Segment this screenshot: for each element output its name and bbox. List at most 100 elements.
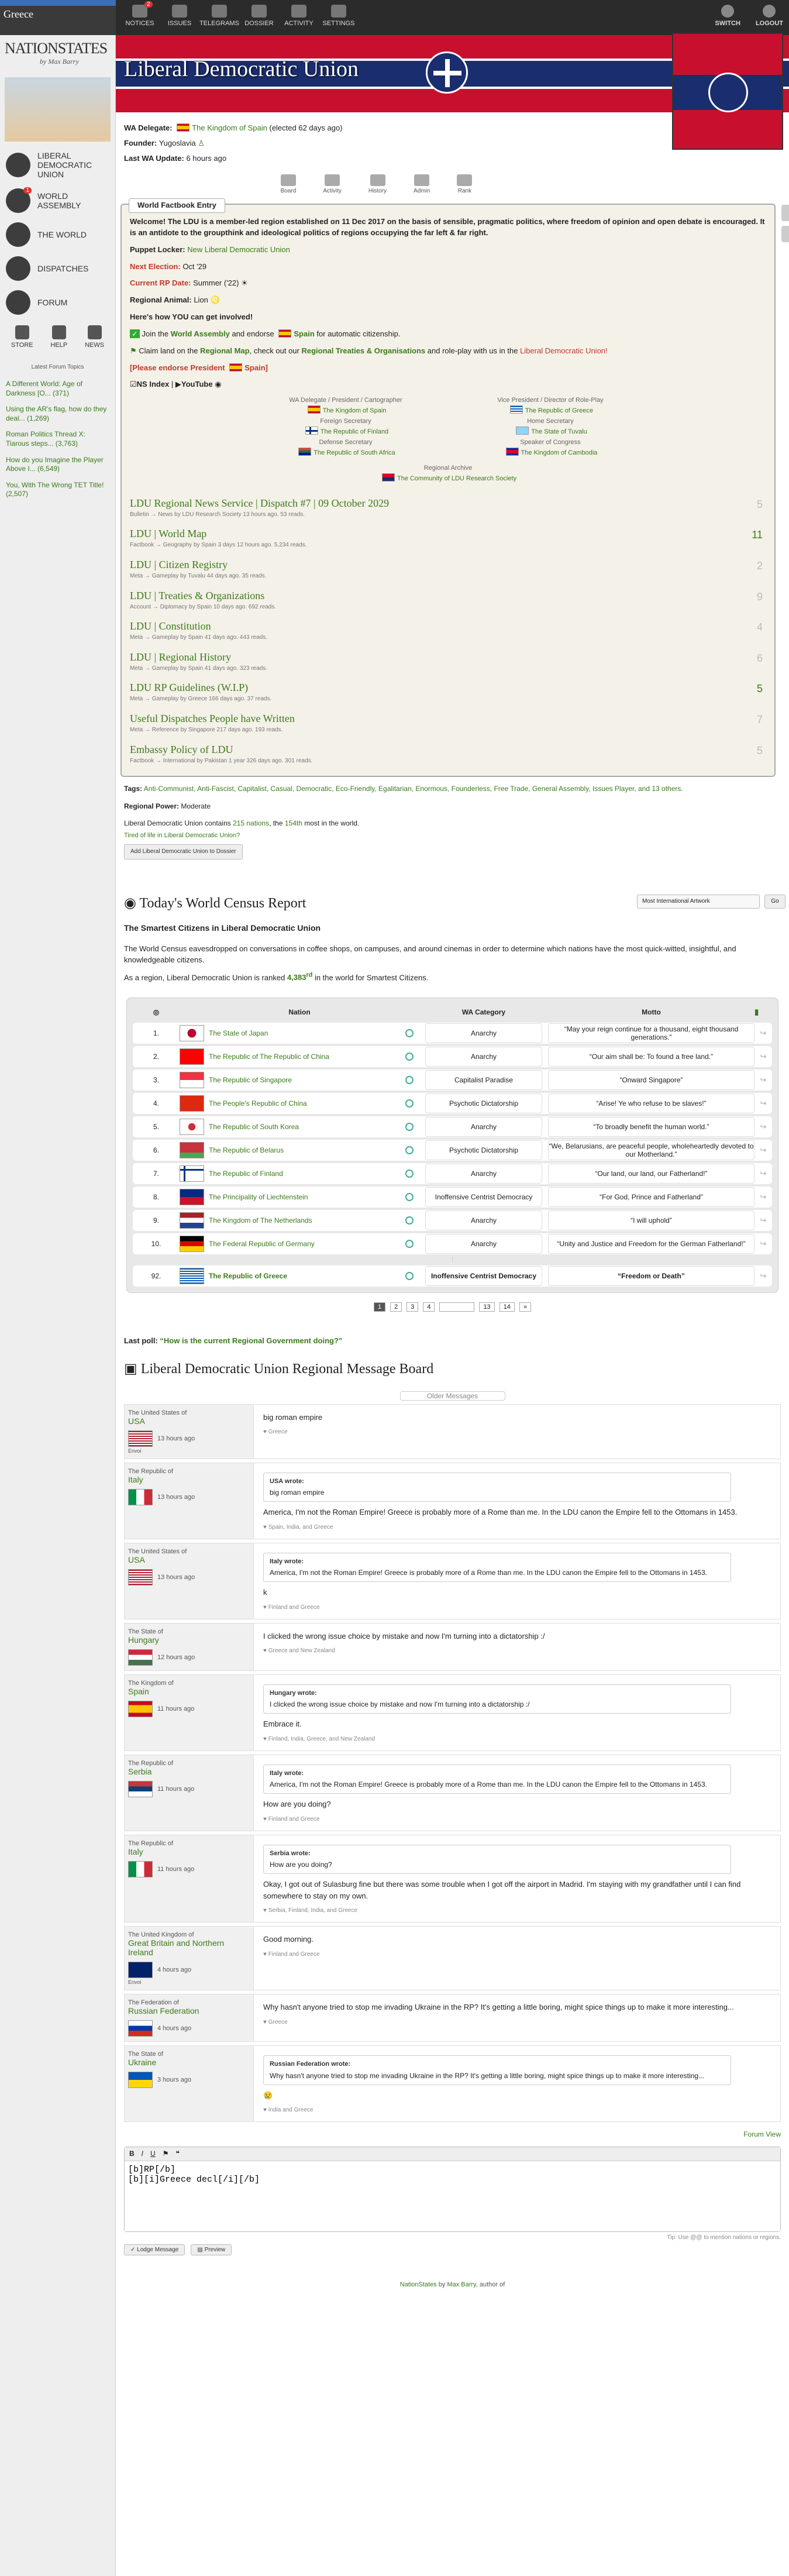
arrow-icon[interactable]: ↪: [754, 1052, 772, 1061]
dispatch-title-link[interactable]: LDU | World Map: [130, 526, 766, 541]
nation-link[interactable]: The Principality of Liechtenstein: [209, 1193, 308, 1201]
page-button[interactable]: 3: [406, 1302, 419, 1312]
arrow-icon[interactable]: ↪: [754, 1029, 772, 1038]
nation-link[interactable]: The Kingdom of The Netherlands: [209, 1216, 312, 1225]
author-link[interactable]: USA: [128, 1555, 250, 1564]
forum-topic-link[interactable]: How do you Imagine the Player Above I...…: [0, 452, 115, 477]
message-textarea[interactable]: [125, 2161, 780, 2232]
regional-map-link[interactable]: Regional Map: [200, 346, 250, 355]
site-logo[interactable]: NATIONSTATES by Max Barry: [0, 35, 115, 77]
nation-link[interactable]: The Republic of Greece: [209, 1272, 287, 1280]
author-link[interactable]: Ukraine: [128, 2058, 250, 2067]
page-jump-input[interactable]: [439, 1302, 475, 1312]
archive-link[interactable]: The Community of LDU Research Society: [397, 475, 516, 482]
nations-link[interactable]: 215 nations: [233, 819, 269, 827]
small-nav-help[interactable]: HELP: [50, 325, 67, 349]
dispatch-title-link[interactable]: LDU | Citizen Registry: [130, 557, 766, 572]
sidebar-item-4[interactable]: FORUM: [0, 286, 115, 319]
nation-link[interactable]: The Republic of Belarus: [209, 1146, 284, 1154]
nation-link[interactable]: The Republic of Finland: [209, 1170, 283, 1178]
heart-icon[interactable]: ♥: [263, 1604, 267, 1611]
heart-icon[interactable]: ♥: [263, 1816, 267, 1822]
arrow-icon[interactable]: ↪: [754, 1122, 772, 1131]
wa-delegate-link[interactable]: The Kingdom of Spain: [192, 123, 267, 132]
nation-link[interactable]: The People's Republic of China: [209, 1099, 307, 1108]
page-button[interactable]: 13: [479, 1302, 495, 1312]
author-link[interactable]: USA: [128, 1416, 250, 1426]
dispatch-title-link[interactable]: LDU Regional News Service | Dispatch #7 …: [130, 496, 766, 511]
bold-button[interactable]: B: [129, 2149, 135, 2158]
author-link[interactable]: Great Britain and Northern Ireland: [128, 1938, 250, 1957]
role-nation-link[interactable]: The Republic of Finland: [321, 428, 388, 435]
older-messages-button[interactable]: Older Messages: [399, 1391, 505, 1401]
census-go-button[interactable]: Go: [764, 894, 785, 909]
logout-button[interactable]: LOGOUT: [756, 5, 783, 27]
heart-icon[interactable]: ♥: [263, 1951, 267, 1958]
heart-icon[interactable]: ♥: [263, 2019, 267, 2025]
quote-icon[interactable]: ❝: [175, 2149, 179, 2158]
lodge-message-button[interactable]: ✓ Lodge Message: [124, 2244, 185, 2256]
youtube-link[interactable]: YouTube: [181, 380, 213, 388]
forum-topic-link[interactable]: A Different World: Age of Darkness [O...…: [0, 376, 115, 401]
lightbulb-icon[interactable]: [781, 205, 789, 221]
switch-button[interactable]: SWITCH: [715, 5, 740, 27]
page-button[interactable]: 4: [423, 1302, 435, 1312]
role-nation-link[interactable]: The Republic of Greece: [525, 407, 593, 414]
italic-button[interactable]: I: [142, 2149, 143, 2158]
dispatch-title-link[interactable]: Embassy Policy of LDU: [130, 742, 766, 757]
dispatch-title-link[interactable]: Useful Dispatches People have Written: [130, 711, 766, 726]
quicklink-activity[interactable]: Activity: [323, 174, 342, 194]
page-button[interactable]: 14: [499, 1302, 515, 1312]
endorse-president-link[interactable]: Spain: [244, 363, 265, 372]
endorse-spain-link[interactable]: Spain: [294, 329, 314, 338]
arrow-icon[interactable]: ↪: [754, 1075, 772, 1085]
nation-link[interactable]: The Republic of Singapore: [209, 1076, 292, 1084]
topnav-issues[interactable]: 2 ISSUES: [144, 0, 199, 35]
forum-topic-link[interactable]: Using the AR's flag, how do they deal...…: [0, 401, 115, 427]
arrow-icon[interactable]: ↪: [754, 1216, 772, 1225]
quicklink-history[interactable]: History: [368, 174, 387, 194]
role-nation-link[interactable]: The Republic of South Africa: [313, 449, 395, 456]
treaties-link[interactable]: Regional Treaties & Organisations: [302, 346, 426, 355]
topnav-settings[interactable]: SETTINGS: [319, 0, 359, 35]
arrow-icon[interactable]: ↪: [754, 1099, 772, 1108]
tags-links[interactable]: Anti-Communist, Anti-Fascist, Capitalist…: [144, 785, 683, 793]
nation-link[interactable]: The Republic of The Republic of China: [209, 1053, 329, 1061]
page-button[interactable]: 1: [373, 1302, 386, 1312]
topnav-dossier[interactable]: DOSSIER: [239, 0, 279, 35]
tired-link[interactable]: Tired of life in Liberal Democratic Unio…: [124, 830, 781, 842]
quicklink-admin[interactable]: Admin: [414, 174, 430, 194]
arrow-icon[interactable]: ↪: [754, 1146, 772, 1155]
forum-topic-link[interactable]: You, With The Wrong TET Title! (2,507): [0, 477, 115, 503]
author-link[interactable]: Hungary: [128, 1635, 250, 1645]
dispatch-title-link[interactable]: LDU | Constitution: [130, 618, 766, 634]
ns-index-link[interactable]: NS Index: [137, 380, 170, 388]
role-nation-link[interactable]: The Kingdom of Spain: [323, 407, 387, 414]
topnav-telegrams[interactable]: TELEGRAMS: [199, 0, 239, 35]
poll-link[interactable]: “How is the current Regional Government …: [160, 1336, 342, 1345]
region-flag[interactable]: [672, 33, 783, 150]
small-nav-news[interactable]: NEWS: [85, 325, 104, 349]
preview-button[interactable]: ▤ Preview: [191, 2244, 232, 2256]
page-button[interactable]: »: [519, 1302, 532, 1312]
small-nav-store[interactable]: STORE: [11, 325, 33, 349]
arrow-icon[interactable]: ↪: [754, 1169, 772, 1178]
promo-image[interactable]: [5, 77, 111, 142]
trophy-icon[interactable]: [781, 226, 789, 242]
heart-icon[interactable]: ♥: [263, 1429, 267, 1435]
author-link[interactable]: Russian Federation: [128, 2006, 250, 2016]
chart-icon[interactable]: ▮: [754, 1007, 772, 1017]
heart-icon[interactable]: ♥: [263, 1907, 267, 1914]
role-nation-link[interactable]: The Kingdom of Cambodia: [521, 449, 598, 456]
page-button[interactable]: 2: [390, 1302, 402, 1312]
heart-icon[interactable]: ♥: [263, 1736, 267, 1742]
arrow-icon[interactable]: ↪: [754, 1271, 772, 1281]
rank-link[interactable]: 154th: [285, 819, 302, 827]
sidebar-item-3[interactable]: DISPATCHES: [0, 252, 115, 286]
arrow-icon[interactable]: ↪: [754, 1239, 772, 1249]
arrow-icon[interactable]: ↪: [754, 1192, 772, 1202]
nation-link[interactable]: The Federal Republic of Germany: [209, 1240, 315, 1248]
census-select[interactable]: Most International Artwork: [637, 894, 760, 909]
heart-icon[interactable]: ♥: [263, 2107, 267, 2113]
underline-button[interactable]: U: [150, 2149, 156, 2158]
